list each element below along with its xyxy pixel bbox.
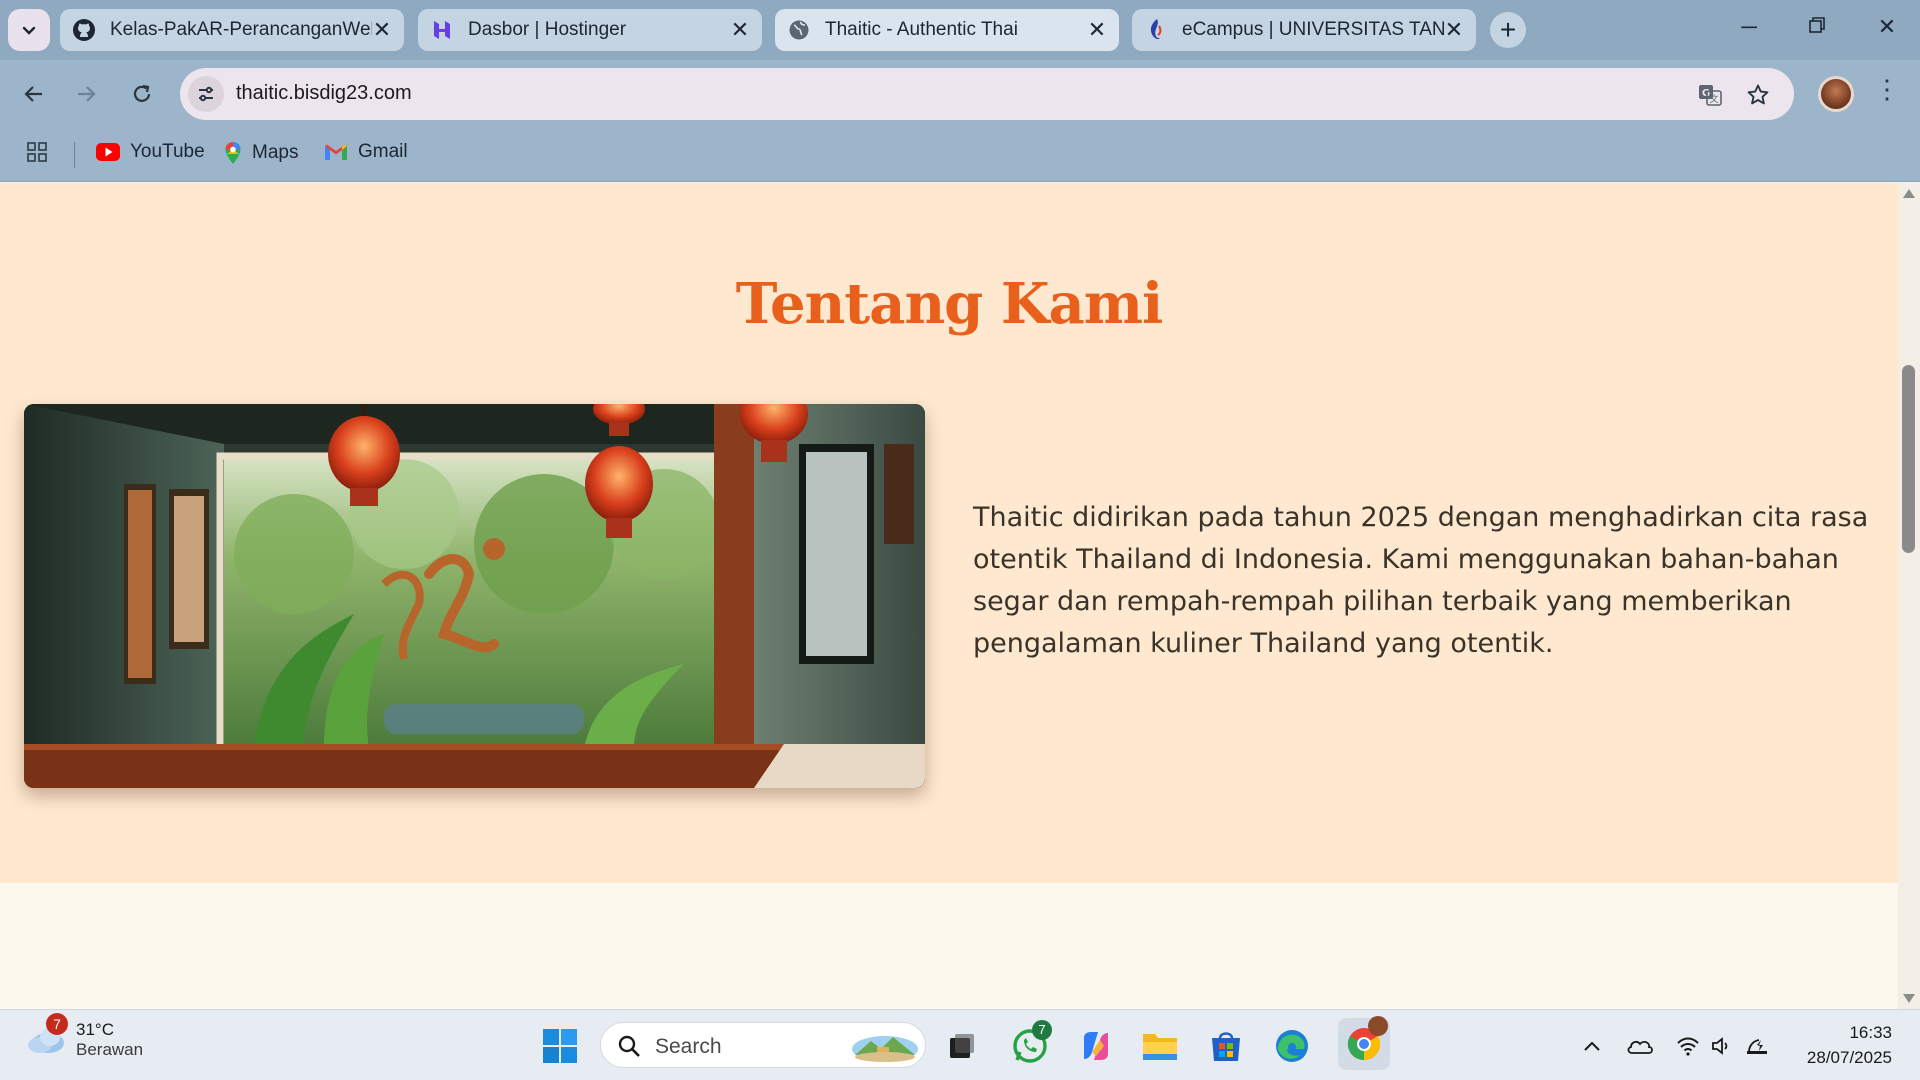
battery-charging-icon[interactable]	[1744, 1032, 1772, 1060]
bookmark-maps[interactable]: Maps	[224, 141, 298, 165]
system-clock[interactable]: 16:33 28/07/2025	[1780, 1020, 1892, 1070]
page-viewport: Tentang Kami Thaitic didirikan pada tahu…	[0, 183, 1898, 1009]
tab-hostinger[interactable]: Dasbor | Hostinger ✕	[418, 9, 762, 51]
forward-button[interactable]	[68, 76, 104, 112]
about-description: Thaitic didirikan pada tahun 2025 dengan…	[973, 502, 1869, 659]
bookmarks-divider	[74, 142, 75, 168]
bookmark-star-icon[interactable]	[1744, 81, 1772, 109]
scroll-up-arrow-icon[interactable]	[1903, 189, 1915, 198]
close-icon[interactable]: ✕	[1444, 17, 1464, 43]
scrollbar-thumb[interactable]	[1902, 365, 1915, 553]
wifi-icon[interactable]	[1674, 1032, 1702, 1060]
weather-condition: Berawan	[76, 1040, 144, 1059]
close-icon: ✕	[1877, 14, 1897, 39]
maps-icon	[224, 141, 242, 165]
onedrive-icon[interactable]	[1626, 1032, 1654, 1060]
ecampus-icon	[1144, 18, 1168, 42]
hostinger-icon	[430, 18, 454, 42]
reload-icon	[133, 84, 151, 102]
more-menu-icon[interactable]: ⋮	[1874, 74, 1900, 105]
edge-icon[interactable]	[1272, 1026, 1312, 1066]
weather-badge: 7	[46, 1013, 68, 1035]
clock-time: 16:33	[1849, 1023, 1892, 1042]
tab-search-button[interactable]	[8, 9, 50, 51]
about-section: Tentang Kami Thaitic didirikan pada tahu…	[0, 183, 1898, 883]
tab-title: Thaitic - Authentic Thai	[825, 19, 1018, 40]
browser-toolbar: thaitic.bisdig23.com G文 ⋮	[0, 60, 1920, 128]
page-scrollbar[interactable]	[1898, 183, 1920, 1009]
tab-title: Dasbor | Hostinger	[468, 19, 627, 40]
new-tab-button[interactable]: +	[1490, 12, 1526, 48]
close-window-button[interactable]: ✕	[1872, 14, 1902, 40]
minimize-button[interactable]: ─	[1734, 14, 1764, 40]
close-icon[interactable]: ✕	[730, 17, 750, 43]
chrome-icon[interactable]	[1338, 1016, 1390, 1070]
close-icon[interactable]: ✕	[1087, 17, 1107, 43]
tune-icon	[199, 86, 213, 102]
apps-grid-icon	[27, 142, 47, 162]
arrow-right-icon	[78, 86, 96, 102]
weather-widget[interactable]: 7 31°C Berawan	[26, 1013, 144, 1060]
whatsapp-badge: 7	[1032, 1020, 1052, 1040]
youtube-icon	[96, 143, 120, 161]
svg-text:文: 文	[1709, 93, 1718, 105]
tab-ecampus[interactable]: eCampus | UNIVERSITAS TANGE ✕	[1132, 9, 1476, 51]
bookmark-youtube[interactable]: YouTube	[96, 141, 205, 163]
clock-date: 28/07/2025	[1806, 1048, 1892, 1067]
bookmarks-bar: YouTube Maps Gmail	[0, 128, 1920, 182]
file-explorer-icon[interactable]	[1140, 1026, 1180, 1066]
translate-icon[interactable]: G文	[1696, 81, 1724, 109]
tab-title: eCampus | UNIVERSITAS TANGE	[1182, 19, 1444, 40]
task-view-icon[interactable]	[942, 1026, 982, 1066]
github-icon	[72, 18, 96, 42]
windows-start-icon[interactable]	[540, 1026, 580, 1066]
search-placeholder: Search	[655, 1035, 722, 1058]
windows-taskbar: 7 31°C Berawan Search 7 16:33 28/07/2025	[0, 1009, 1920, 1080]
bookmark-gmail[interactable]: Gmail	[324, 141, 408, 163]
restore-button[interactable]	[1802, 14, 1832, 40]
show-hidden-icons-icon[interactable]	[1578, 1032, 1606, 1060]
restaurant-interior-image	[24, 404, 925, 788]
apps-button[interactable]	[26, 141, 48, 163]
tab-thaitic[interactable]: Thaitic - Authentic Thai ✕	[775, 9, 1119, 51]
gmail-icon	[324, 143, 348, 161]
reload-button[interactable]	[124, 76, 160, 112]
profile-avatar[interactable]	[1818, 76, 1854, 112]
tab-title: Kelas-PakAR-PerancanganWebI	[110, 19, 372, 40]
landscape-illustration-icon	[852, 1036, 918, 1062]
bookmark-label: Maps	[252, 142, 299, 163]
microsoft-store-icon[interactable]	[1206, 1026, 1246, 1066]
close-icon[interactable]: ✕	[372, 17, 392, 43]
cloud-icon: 7	[26, 1013, 68, 1055]
chrome-profile-badge	[1368, 1016, 1388, 1036]
chevron-down-icon	[22, 26, 36, 35]
minimize-icon: ─	[1741, 14, 1757, 39]
bookmark-label: Gmail	[358, 141, 408, 162]
search-icon	[618, 1035, 640, 1057]
bookmark-label: YouTube	[130, 141, 205, 162]
back-button[interactable]	[16, 76, 52, 112]
site-info-button[interactable]	[188, 76, 224, 112]
tab-bar: Kelas-PakAR-PerancanganWebI ✕ Dasbor | H…	[0, 0, 1920, 60]
weather-temperature: 31°C	[76, 1020, 114, 1039]
copilot-icon[interactable]	[1076, 1026, 1116, 1066]
taskbar-search[interactable]: Search	[600, 1022, 926, 1068]
whatsapp-icon[interactable]: 7	[1010, 1020, 1052, 1066]
address-bar[interactable]: thaitic.bisdig23.com G文	[180, 68, 1794, 120]
arrow-left-icon	[24, 86, 42, 102]
url-text[interactable]: thaitic.bisdig23.com	[236, 82, 412, 105]
volume-icon[interactable]	[1708, 1032, 1736, 1060]
about-title: Tentang Kami	[735, 271, 1164, 337]
restore-icon	[1809, 17, 1825, 33]
scroll-down-arrow-icon[interactable]	[1903, 994, 1915, 1003]
tab-github[interactable]: Kelas-PakAR-PerancanganWebI ✕	[60, 9, 404, 51]
plus-icon: +	[1499, 14, 1517, 45]
globe-icon	[787, 18, 811, 42]
